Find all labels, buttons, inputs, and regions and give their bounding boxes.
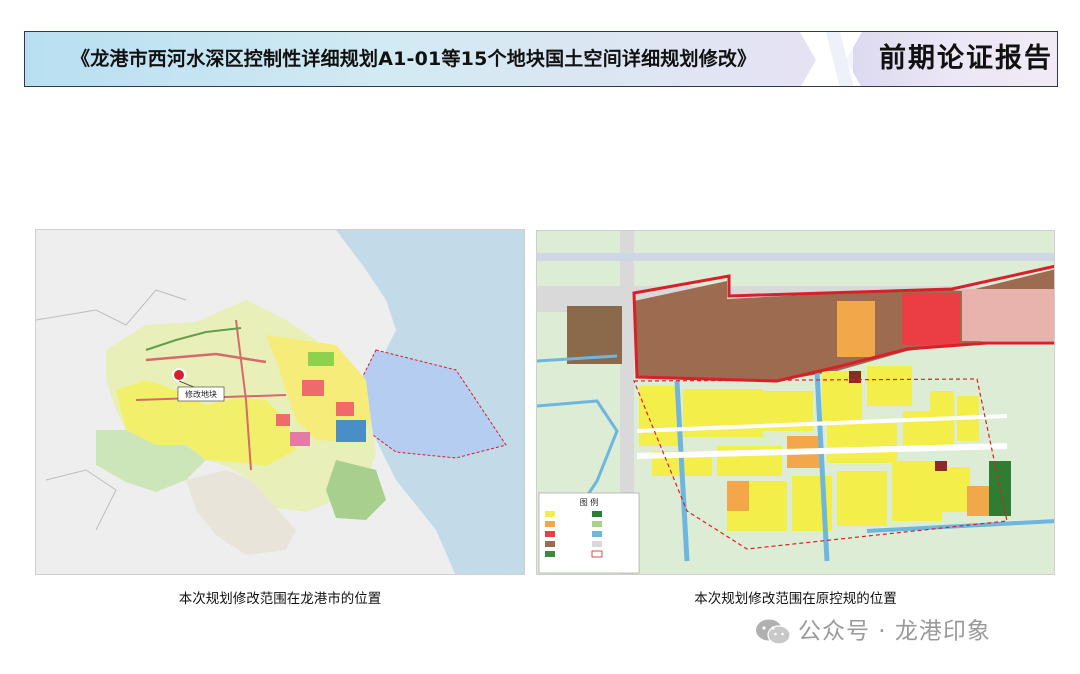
regulatory-plan-map-graphic: 图 例 [537,231,1054,574]
watermark-text: 公众号 · 龙港印象 [798,618,991,645]
regulatory-plan-map: 图 例 [536,230,1055,575]
city-location-map-graphic: 修改地块 [36,230,524,574]
document-title: 《龙港市西河水深区控制性详细规划A1-01等15个地块国土空间详细规划修改》 [71,48,757,70]
wechat-watermark: 公众号 · 龙港印象 [754,614,991,648]
modified-plot-marker-label: 修改地块 [185,389,217,399]
banner-x-divider [800,32,862,86]
wechat-icon [756,619,791,645]
report-type-label: 前期论证报告 [879,43,1053,74]
regulatory-plan-map-caption: 本次规划修改范围在原控规的位置 [694,591,897,607]
city-location-map: 修改地块 [35,229,525,575]
city-location-map-caption: 本次规划修改范围在龙港市的位置 [178,591,382,607]
map-legend-title: 图 例 [580,497,599,507]
title-banner: 《龙港市西河水深区控制性详细规划A1-01等15个地块国土空间详细规划修改》 前… [24,31,1058,87]
